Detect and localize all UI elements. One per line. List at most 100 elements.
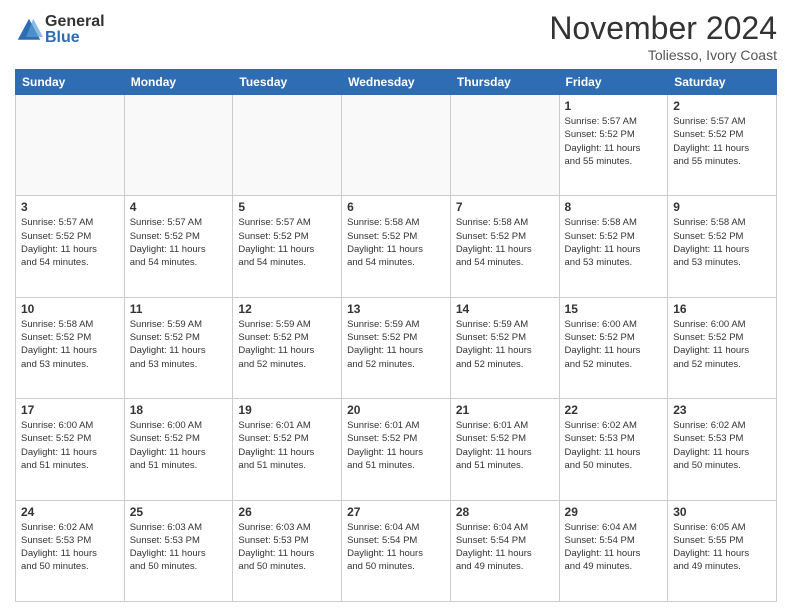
- calendar-cell: 7 Sunrise: 5:58 AM Sunset: 5:52 PM Daylig…: [450, 196, 559, 297]
- day-number: 30: [673, 505, 771, 519]
- day-info: Sunrise: 5:58 AM Sunset: 5:52 PM Dayligh…: [21, 318, 119, 371]
- calendar-cell: 4Sunrise: 5:57 AM Sunset: 5:52 PM Daylig…: [124, 196, 233, 297]
- calendar-cell: 22 Sunrise: 6:02 AM Sunset: 5:53 PM Dayli…: [559, 399, 668, 500]
- weekday-header: Sunday: [16, 70, 125, 95]
- day-info: Sunrise: 5:57 AM Sunset: 5:52 PM Dayligh…: [673, 115, 771, 168]
- day-number: 18: [130, 403, 228, 417]
- calendar-cell: 13Sunrise: 5:59 AM Sunset: 5:52 PM Dayli…: [342, 297, 451, 398]
- day-number: 22: [565, 403, 663, 417]
- day-info: Sunrise: 5:58 AM Sunset: 5:52 PM Dayligh…: [673, 216, 771, 269]
- day-info: Sunrise: 6:00 AM Sunset: 5:52 PM Dayligh…: [565, 318, 663, 371]
- calendar-cell: 24 Sunrise: 6:02 AM Sunset: 5:53 PM Dayli…: [16, 500, 125, 601]
- calendar-cell: 12Sunrise: 5:59 AM Sunset: 5:52 PM Dayli…: [233, 297, 342, 398]
- calendar-cell: 10 Sunrise: 5:58 AM Sunset: 5:52 PM Dayli…: [16, 297, 125, 398]
- calendar-cell: 1Sunrise: 5:57 AM Sunset: 5:52 PM Daylig…: [559, 95, 668, 196]
- calendar-cell: 27 Sunrise: 6:04 AM Sunset: 5:54 PM Dayli…: [342, 500, 451, 601]
- calendar-week-row: 3 Sunrise: 5:57 AM Sunset: 5:52 PM Daylig…: [16, 196, 777, 297]
- logo-blue: Blue: [45, 30, 105, 46]
- day-number: 21: [456, 403, 554, 417]
- day-number: 27: [347, 505, 445, 519]
- calendar-cell: 18 Sunrise: 6:00 AM Sunset: 5:52 PM Dayli…: [124, 399, 233, 500]
- calendar-week-row: 24 Sunrise: 6:02 AM Sunset: 5:53 PM Dayli…: [16, 500, 777, 601]
- day-info: Sunrise: 5:58 AM Sunset: 5:52 PM Dayligh…: [456, 216, 554, 269]
- calendar-cell: 11 Sunrise: 5:59 AM Sunset: 5:52 PM Dayli…: [124, 297, 233, 398]
- day-info: Sunrise: 6:01 AM Sunset: 5:52 PM Dayligh…: [456, 419, 554, 472]
- day-number: 14: [456, 302, 554, 316]
- day-info: Sunrise: 6:00 AM Sunset: 5:52 PM Dayligh…: [673, 318, 771, 371]
- day-number: 6: [347, 200, 445, 214]
- day-number: 8: [565, 200, 663, 214]
- calendar-cell: 21 Sunrise: 6:01 AM Sunset: 5:52 PM Dayli…: [450, 399, 559, 500]
- day-info: Sunrise: 5:57 AM Sunset: 5:52 PM Dayligh…: [565, 115, 663, 168]
- calendar-cell: 15Sunrise: 6:00 AM Sunset: 5:52 PM Dayli…: [559, 297, 668, 398]
- weekday-header: Thursday: [450, 70, 559, 95]
- location: Toliesso, Ivory Coast: [549, 47, 777, 63]
- day-number: 25: [130, 505, 228, 519]
- day-number: 11: [130, 302, 228, 316]
- calendar-week-row: 1Sunrise: 5:57 AM Sunset: 5:52 PM Daylig…: [16, 95, 777, 196]
- calendar-cell: 5Sunrise: 5:57 AM Sunset: 5:52 PM Daylig…: [233, 196, 342, 297]
- day-info: Sunrise: 6:03 AM Sunset: 5:53 PM Dayligh…: [130, 521, 228, 574]
- day-number: 13: [347, 302, 445, 316]
- day-info: Sunrise: 5:57 AM Sunset: 5:52 PM Dayligh…: [238, 216, 336, 269]
- day-info: Sunrise: 6:02 AM Sunset: 5:53 PM Dayligh…: [21, 521, 119, 574]
- day-number: 24: [21, 505, 119, 519]
- logo-general: General: [45, 14, 105, 30]
- day-info: Sunrise: 5:59 AM Sunset: 5:52 PM Dayligh…: [130, 318, 228, 371]
- calendar-cell: 29 Sunrise: 6:04 AM Sunset: 5:54 PM Dayli…: [559, 500, 668, 601]
- calendar-cell: 20Sunrise: 6:01 AM Sunset: 5:52 PM Dayli…: [342, 399, 451, 500]
- day-number: 4: [130, 200, 228, 214]
- day-info: Sunrise: 6:00 AM Sunset: 5:52 PM Dayligh…: [130, 419, 228, 472]
- header: General Blue November 2024 Toliesso, Ivo…: [15, 10, 777, 63]
- day-info: Sunrise: 6:01 AM Sunset: 5:52 PM Dayligh…: [238, 419, 336, 472]
- calendar-cell: [342, 95, 451, 196]
- day-info: Sunrise: 6:03 AM Sunset: 5:53 PM Dayligh…: [238, 521, 336, 574]
- calendar-cell: 28Sunrise: 6:04 AM Sunset: 5:54 PM Dayli…: [450, 500, 559, 601]
- day-number: 10: [21, 302, 119, 316]
- calendar-cell: 9 Sunrise: 5:58 AM Sunset: 5:52 PM Daylig…: [668, 196, 777, 297]
- calendar-cell: 25 Sunrise: 6:03 AM Sunset: 5:53 PM Dayli…: [124, 500, 233, 601]
- calendar-cell: 14Sunrise: 5:59 AM Sunset: 5:52 PM Dayli…: [450, 297, 559, 398]
- logo-text: General Blue: [45, 14, 105, 46]
- calendar-cell: 30 Sunrise: 6:05 AM Sunset: 5:55 PM Dayli…: [668, 500, 777, 601]
- day-number: 29: [565, 505, 663, 519]
- logo-icon: [15, 16, 43, 44]
- calendar-cell: 19 Sunrise: 6:01 AM Sunset: 5:52 PM Dayli…: [233, 399, 342, 500]
- weekday-header: Tuesday: [233, 70, 342, 95]
- day-number: 2: [673, 99, 771, 113]
- day-info: Sunrise: 5:59 AM Sunset: 5:52 PM Dayligh…: [238, 318, 336, 371]
- day-number: 9: [673, 200, 771, 214]
- day-info: Sunrise: 6:00 AM Sunset: 5:52 PM Dayligh…: [21, 419, 119, 472]
- logo: General Blue: [15, 14, 105, 46]
- day-number: 17: [21, 403, 119, 417]
- month-title: November 2024: [549, 10, 777, 47]
- title-section: November 2024 Toliesso, Ivory Coast: [549, 10, 777, 63]
- day-number: 7: [456, 200, 554, 214]
- calendar-cell: 6 Sunrise: 5:58 AM Sunset: 5:52 PM Daylig…: [342, 196, 451, 297]
- day-number: 23: [673, 403, 771, 417]
- day-info: Sunrise: 6:04 AM Sunset: 5:54 PM Dayligh…: [456, 521, 554, 574]
- day-info: Sunrise: 5:58 AM Sunset: 5:52 PM Dayligh…: [347, 216, 445, 269]
- calendar-cell: 26 Sunrise: 6:03 AM Sunset: 5:53 PM Dayli…: [233, 500, 342, 601]
- day-number: 26: [238, 505, 336, 519]
- calendar-cell: 3 Sunrise: 5:57 AM Sunset: 5:52 PM Daylig…: [16, 196, 125, 297]
- day-info: Sunrise: 6:02 AM Sunset: 5:53 PM Dayligh…: [673, 419, 771, 472]
- calendar-cell: [450, 95, 559, 196]
- weekday-header: Monday: [124, 70, 233, 95]
- day-info: Sunrise: 6:05 AM Sunset: 5:55 PM Dayligh…: [673, 521, 771, 574]
- day-info: Sunrise: 6:04 AM Sunset: 5:54 PM Dayligh…: [347, 521, 445, 574]
- day-info: Sunrise: 5:57 AM Sunset: 5:52 PM Dayligh…: [21, 216, 119, 269]
- calendar-cell: 17 Sunrise: 6:00 AM Sunset: 5:52 PM Dayli…: [16, 399, 125, 500]
- day-number: 19: [238, 403, 336, 417]
- calendar-table: SundayMondayTuesdayWednesdayThursdayFrid…: [15, 69, 777, 602]
- day-number: 16: [673, 302, 771, 316]
- calendar-cell: 2 Sunrise: 5:57 AM Sunset: 5:52 PM Daylig…: [668, 95, 777, 196]
- day-info: Sunrise: 5:58 AM Sunset: 5:52 PM Dayligh…: [565, 216, 663, 269]
- day-info: Sunrise: 6:02 AM Sunset: 5:53 PM Dayligh…: [565, 419, 663, 472]
- day-info: Sunrise: 6:04 AM Sunset: 5:54 PM Dayligh…: [565, 521, 663, 574]
- calendar-cell: 16 Sunrise: 6:00 AM Sunset: 5:52 PM Dayli…: [668, 297, 777, 398]
- calendar-cell: [16, 95, 125, 196]
- calendar-cell: [124, 95, 233, 196]
- day-number: 20: [347, 403, 445, 417]
- day-number: 3: [21, 200, 119, 214]
